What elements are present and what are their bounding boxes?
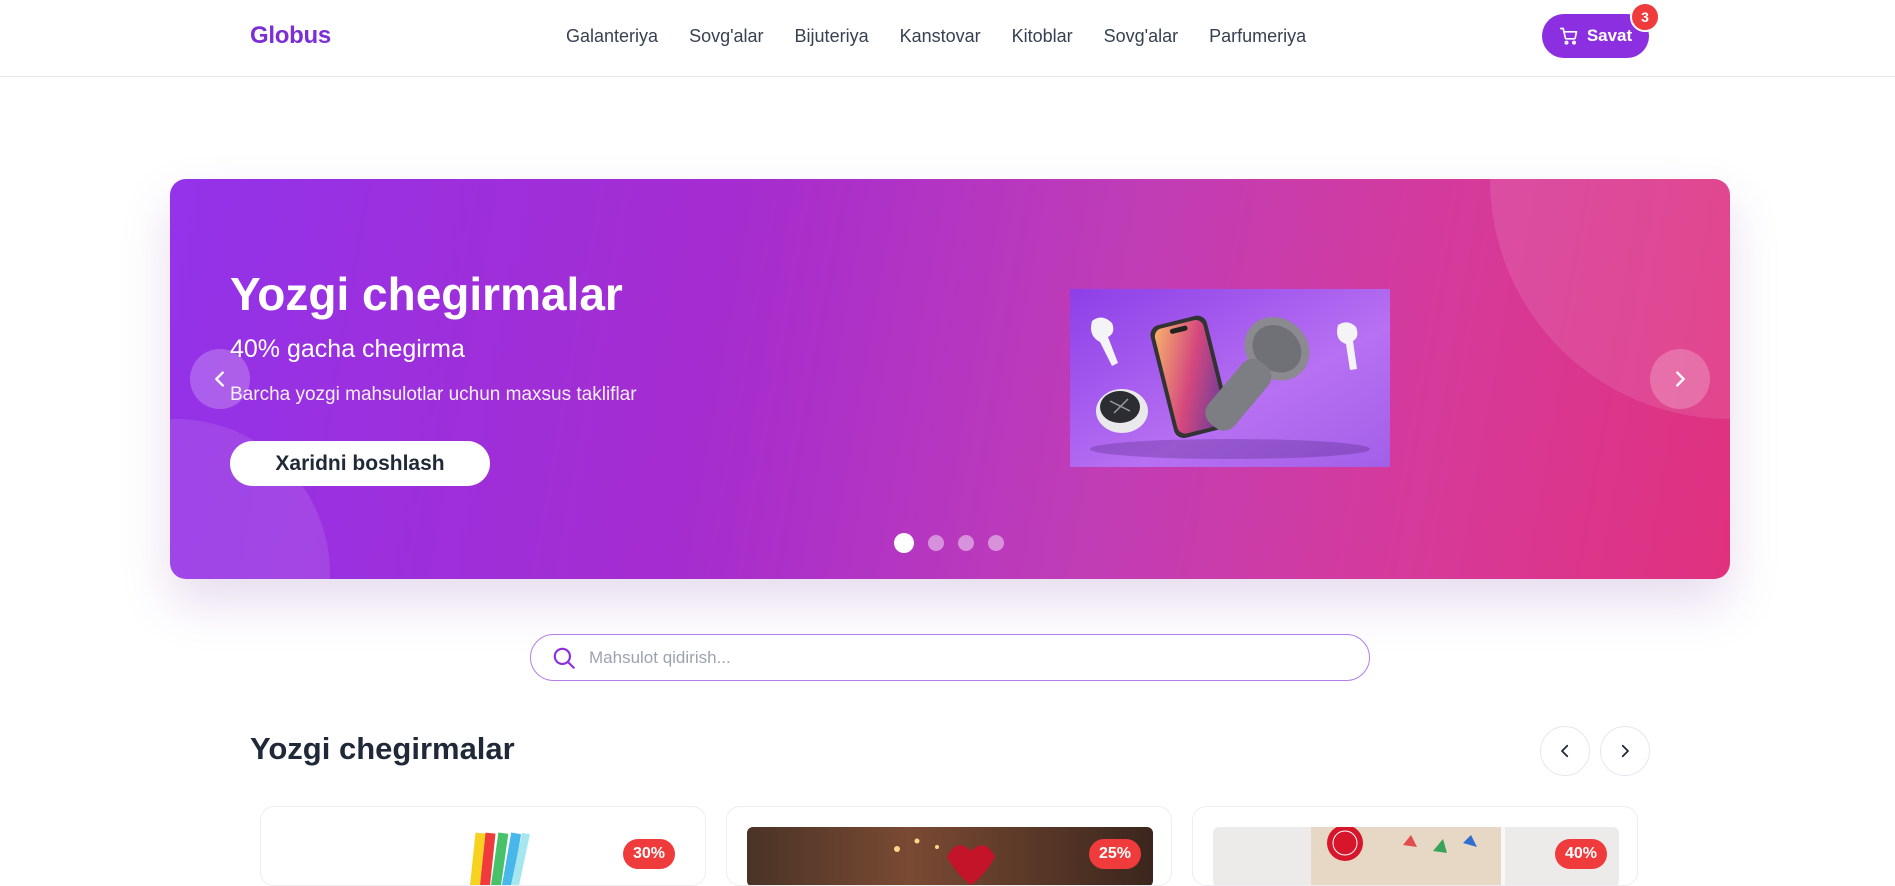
product-card[interactable]: 40% <box>1192 806 1638 886</box>
nav-item-sovgalar[interactable]: Sovg'alar <box>689 26 763 47</box>
cart-label: Savat <box>1586 26 1633 45</box>
nav-item-kanstovar[interactable]: Kanstovar <box>900 26 981 47</box>
search-input[interactable] <box>589 647 1289 668</box>
carousel-dot-3[interactable] <box>958 535 974 551</box>
banner-next-button[interactable] <box>1650 349 1710 409</box>
nav-item-sovgalar-2[interactable]: Sovg'alar <box>1104 26 1178 47</box>
banner-product-image <box>1070 289 1390 467</box>
products-next-button[interactable] <box>1600 726 1650 776</box>
carousel-dot-4[interactable] <box>988 535 1004 551</box>
product-card[interactable]: 30% <box>260 806 706 886</box>
nav-item-bijuteriya[interactable]: Bijuteriya <box>795 26 869 47</box>
banner-subtitle: 40% gacha chegirma <box>230 335 465 363</box>
hero-banner: Yozgi chegirmalar 40% gacha chegirma Bar… <box>170 179 1730 579</box>
search-bar <box>530 634 1370 681</box>
banner-description: Barcha yozgi mahsulotlar uchun maxsus ta… <box>230 384 637 405</box>
banner-prev-button[interactable] <box>190 349 250 409</box>
chevron-right-icon <box>1621 744 1629 758</box>
site-header: Globus Galanteriya Sovg'alar Bijuteriya … <box>0 0 1895 77</box>
chevron-left-icon <box>215 371 224 387</box>
nav-item-galanteriya[interactable]: Galanteriya <box>566 26 658 47</box>
discount-badge: 40% <box>1555 839 1607 869</box>
banner-title: Yozgi chegirmalar <box>230 268 623 320</box>
chevron-left-icon <box>1561 744 1569 758</box>
start-shopping-button[interactable]: Xaridni boshlash <box>230 441 490 486</box>
chevron-right-icon <box>1676 371 1685 387</box>
discount-badge: 30% <box>623 839 675 869</box>
carousel-dot-1[interactable] <box>894 533 914 553</box>
carousel-dot-2[interactable] <box>928 535 944 551</box>
nav-item-kitoblar[interactable]: Kitoblar <box>1012 26 1073 47</box>
search-icon <box>553 647 575 669</box>
carousel-dots <box>894 533 1004 553</box>
product-card[interactable]: 25% <box>726 806 1172 886</box>
section-title: Yozgi chegirmalar <box>250 731 515 766</box>
cart-icon <box>1559 27 1578 45</box>
cart-count-badge: 3 <box>1630 2 1660 32</box>
logo[interactable]: Globus <box>250 22 331 50</box>
products-prev-button[interactable] <box>1540 726 1590 776</box>
main-nav: Galanteriya Sovg'alar Bijuteriya Kanstov… <box>566 26 1337 47</box>
discount-badge: 25% <box>1089 839 1141 869</box>
nav-item-parfumeriya[interactable]: Parfumeriya <box>1209 26 1306 47</box>
